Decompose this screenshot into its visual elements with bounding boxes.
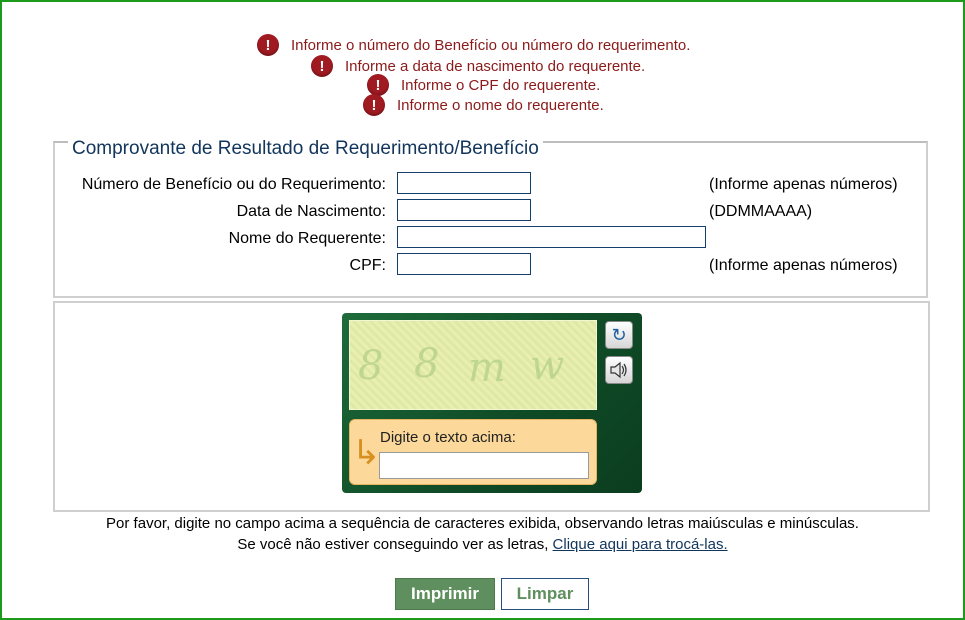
cpf-input[interactable] bbox=[397, 253, 531, 275]
captcha-prompt: Digite o texto acima: bbox=[380, 429, 516, 446]
error-message: ! Informe o nome do requerente. bbox=[363, 94, 604, 116]
benefit-number-hint: (Informe apenas números) bbox=[709, 176, 898, 193]
error-text: Informe a data de nascimento do requeren… bbox=[345, 57, 646, 75]
requester-name-label: Nome do Requerente: bbox=[228, 230, 386, 247]
cpf-label: CPF: bbox=[349, 257, 386, 274]
captcha-image: 8 8 m w bbox=[349, 320, 597, 410]
print-button[interactable]: Imprimir bbox=[395, 578, 495, 610]
birth-date-input[interactable] bbox=[397, 199, 531, 221]
error-icon: ! bbox=[363, 94, 385, 116]
clear-button[interactable]: Limpar bbox=[501, 578, 589, 610]
birth-date-label: Data de Nascimento: bbox=[236, 203, 386, 220]
form-legend: Comprovante de Resultado de Requerimento… bbox=[68, 138, 543, 160]
captcha-char: 8 bbox=[414, 341, 440, 387]
error-icon: ! bbox=[367, 74, 389, 96]
captcha-refresh-text: Se você não estiver conseguindo ver as l… bbox=[237, 536, 549, 553]
error-icon: ! bbox=[311, 55, 333, 77]
captcha-char: m bbox=[468, 345, 506, 391]
requester-name-input[interactable] bbox=[397, 226, 706, 248]
speaker-icon-glyph bbox=[610, 361, 627, 379]
captcha-char: w bbox=[530, 343, 565, 389]
arrow-icon: ↳ bbox=[352, 434, 381, 472]
refresh-icon[interactable]: ↻ bbox=[605, 321, 633, 349]
benefit-number-label: Número de Benefício ou do Requerimento: bbox=[81, 176, 386, 193]
error-message: ! Informe o número do Benefício ou númer… bbox=[257, 34, 690, 56]
benefit-number-input[interactable] bbox=[397, 172, 531, 194]
error-text: Informe o nome do requerente. bbox=[397, 96, 604, 114]
birth-date-hint: (DDMMAAAA) bbox=[709, 203, 813, 220]
cpf-hint: (Informe apenas números) bbox=[709, 257, 898, 274]
captcha-refresh-link[interactable]: Clique aqui para trocá-las. bbox=[553, 536, 728, 553]
error-text: Informe o CPF do requerente. bbox=[401, 76, 601, 94]
error-icon: ! bbox=[257, 34, 279, 56]
captcha-char: 8 bbox=[358, 343, 384, 389]
error-message: ! Informe o CPF do requerente. bbox=[367, 74, 600, 96]
speaker-icon[interactable] bbox=[605, 356, 633, 384]
captcha-refresh-note: Se você não estiver conseguindo ver as l… bbox=[0, 536, 965, 553]
captcha-instructions: Por favor, digite no campo acima a sequê… bbox=[106, 515, 859, 532]
captcha-input[interactable] bbox=[379, 452, 589, 479]
error-text: Informe o número do Benefício ou número … bbox=[291, 36, 691, 54]
